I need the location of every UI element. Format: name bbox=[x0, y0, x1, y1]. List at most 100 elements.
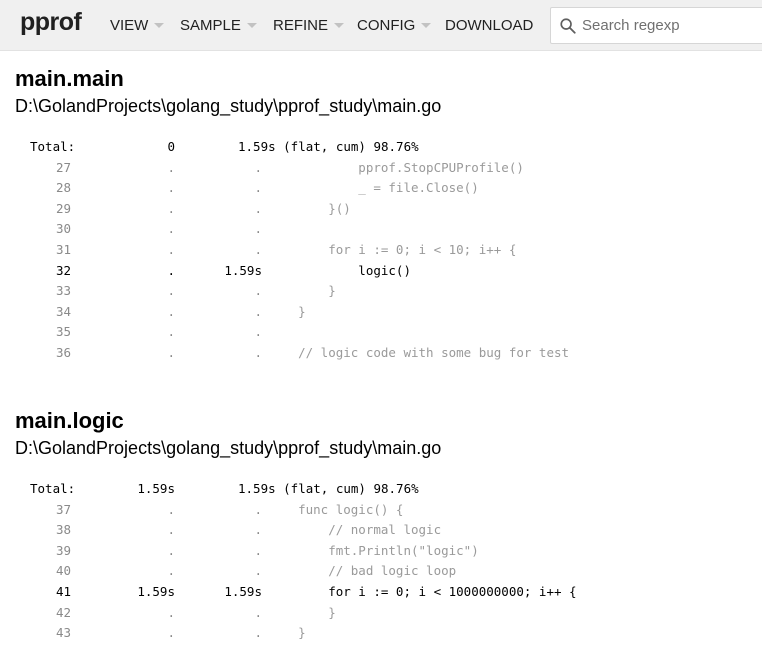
line-number: 31 bbox=[55, 241, 71, 257]
cum-value: . bbox=[254, 159, 262, 175]
source-line-row: 36.. // logic code with some bug for tes… bbox=[15, 343, 762, 364]
cum-value: . bbox=[254, 501, 262, 517]
source-code: }() bbox=[268, 200, 351, 216]
source-code: fmt.Println("logic") bbox=[268, 542, 479, 558]
total-flat: 1.59s bbox=[137, 481, 175, 496]
menu-view-label: VIEW bbox=[110, 17, 149, 34]
source-code: } bbox=[268, 604, 336, 620]
flat-value: . bbox=[167, 625, 175, 641]
source-line-row: 35.. bbox=[15, 322, 762, 343]
line-number: 42 bbox=[55, 604, 71, 620]
flat-value: . bbox=[167, 283, 175, 299]
source-line-row: 42.. } bbox=[15, 603, 762, 624]
caret-down-icon bbox=[421, 23, 432, 28]
line-number: 40 bbox=[55, 563, 71, 579]
search-box[interactable] bbox=[550, 7, 762, 44]
line-number: 28 bbox=[55, 180, 71, 196]
flat-value: . bbox=[167, 604, 175, 620]
source-line-row: 37.. func logic() { bbox=[15, 500, 762, 521]
search-icon bbox=[560, 18, 576, 34]
total-row: Total: 1.59s 1.59s (flat, cum) 98.76% bbox=[15, 479, 762, 500]
line-number: 37 bbox=[55, 501, 71, 517]
cum-value: . bbox=[254, 542, 262, 558]
source-line-row: 38.. // normal logic bbox=[15, 520, 762, 541]
source-line-row: 27.. pprof.StopCPUProfile() bbox=[15, 158, 762, 179]
source-lines: 27.. pprof.StopCPUProfile() 28.. _ = file… bbox=[15, 158, 762, 364]
cum-value: 1.59s bbox=[224, 583, 262, 599]
flat-value: . bbox=[167, 344, 175, 360]
cum-value: . bbox=[254, 303, 262, 319]
line-number: 41 bbox=[55, 583, 71, 599]
flat-value: . bbox=[167, 262, 175, 278]
source-code: } bbox=[268, 625, 306, 641]
menu-refine[interactable]: REFINE bbox=[273, 0, 345, 51]
top-bar: pprof VIEW SAMPLE REFINE CONFIG DOWNLOAD bbox=[0, 0, 762, 51]
source-line-row: 29.. }() bbox=[15, 199, 762, 220]
source-code: // normal logic bbox=[268, 522, 442, 538]
line-number: 33 bbox=[55, 283, 71, 299]
cum-value: . bbox=[254, 344, 262, 360]
total-cum: 1.59s (flat, cum) 98.76% bbox=[238, 139, 419, 154]
source-listing: Total: 1.59s 1.59s (flat, cum) 98.76% 37… bbox=[15, 479, 762, 644]
search-input[interactable] bbox=[582, 8, 762, 43]
line-number: 43 bbox=[55, 625, 71, 641]
line-number: 34 bbox=[55, 303, 71, 319]
file-path: D:\GolandProjects\golang_study\pprof_stu… bbox=[15, 438, 442, 458]
source-code: func logic() { bbox=[268, 501, 404, 517]
line-number: 29 bbox=[55, 200, 71, 216]
function-section-main-logic: main.logic D:\GolandProjects\golang_stud… bbox=[15, 408, 762, 640]
flat-value: 1.59s bbox=[137, 583, 175, 599]
flat-value: . bbox=[167, 180, 175, 196]
source-code: } bbox=[268, 303, 306, 319]
flat-value: . bbox=[167, 200, 175, 216]
source-line-row: 32. 1.59s logic() bbox=[15, 261, 762, 282]
line-number: 30 bbox=[55, 221, 71, 237]
menu-view[interactable]: VIEW bbox=[110, 0, 165, 51]
flat-value: . bbox=[167, 522, 175, 538]
line-number: 32 bbox=[55, 262, 71, 278]
total-label: Total: bbox=[30, 139, 76, 154]
source-line-row: 34.. } bbox=[15, 302, 762, 323]
flat-value: . bbox=[167, 501, 175, 517]
menu-sample-label: SAMPLE bbox=[180, 17, 241, 34]
cum-value: . bbox=[254, 180, 262, 196]
total-row: Total: 0 1.59s (flat, cum) 98.76% bbox=[15, 137, 762, 158]
cum-value: . bbox=[254, 324, 262, 340]
caret-down-icon bbox=[246, 23, 257, 28]
menu-config[interactable]: CONFIG bbox=[357, 0, 432, 51]
source-listing: Total: 0 1.59s (flat, cum) 98.76% 27.. p… bbox=[15, 137, 762, 364]
menu-refine-label: REFINE bbox=[273, 17, 329, 34]
source-line-row: 41 1.59s 1.59s for i := 0; i < 1000000000;… bbox=[15, 582, 762, 603]
total-flat: 0 bbox=[167, 139, 175, 154]
function-name: main.main bbox=[15, 66, 124, 91]
function-section-main-main: main.main D:\GolandProjects\golang_study… bbox=[15, 66, 762, 360]
line-number: 36 bbox=[55, 344, 71, 360]
flat-value: . bbox=[167, 221, 175, 237]
cum-value: . bbox=[254, 563, 262, 579]
menu-config-label: CONFIG bbox=[357, 17, 416, 34]
line-number: 35 bbox=[55, 324, 71, 340]
source-line-row: 31.. for i := 0; i < 10; i++ { bbox=[15, 240, 762, 261]
line-number: 38 bbox=[55, 522, 71, 538]
flat-value: . bbox=[167, 159, 175, 175]
flat-value: . bbox=[167, 324, 175, 340]
pprof-logo[interactable]: pprof bbox=[20, 8, 82, 37]
source-code: for i := 0; i < 1000000000; i++ { bbox=[268, 583, 577, 599]
cum-value: . bbox=[254, 241, 262, 257]
source-line-row: 28.. _ = file.Close() bbox=[15, 178, 762, 199]
flat-value: . bbox=[167, 563, 175, 579]
source-code: pprof.StopCPUProfile() bbox=[268, 159, 524, 175]
source-code: // logic code with some bug for test bbox=[268, 344, 570, 360]
cum-value: . bbox=[254, 604, 262, 620]
line-number: 27 bbox=[55, 159, 71, 175]
flat-value: . bbox=[167, 303, 175, 319]
source-code: logic() bbox=[268, 262, 411, 278]
source-code: for i := 0; i < 10; i++ { bbox=[268, 241, 517, 257]
menu-sample[interactable]: SAMPLE bbox=[180, 0, 257, 51]
cum-value: 1.59s bbox=[224, 262, 262, 278]
menu-download[interactable]: DOWNLOAD bbox=[445, 0, 533, 51]
flat-value: . bbox=[167, 241, 175, 257]
cum-value: . bbox=[254, 200, 262, 216]
cum-value: . bbox=[254, 522, 262, 538]
source-code: } bbox=[268, 283, 336, 299]
